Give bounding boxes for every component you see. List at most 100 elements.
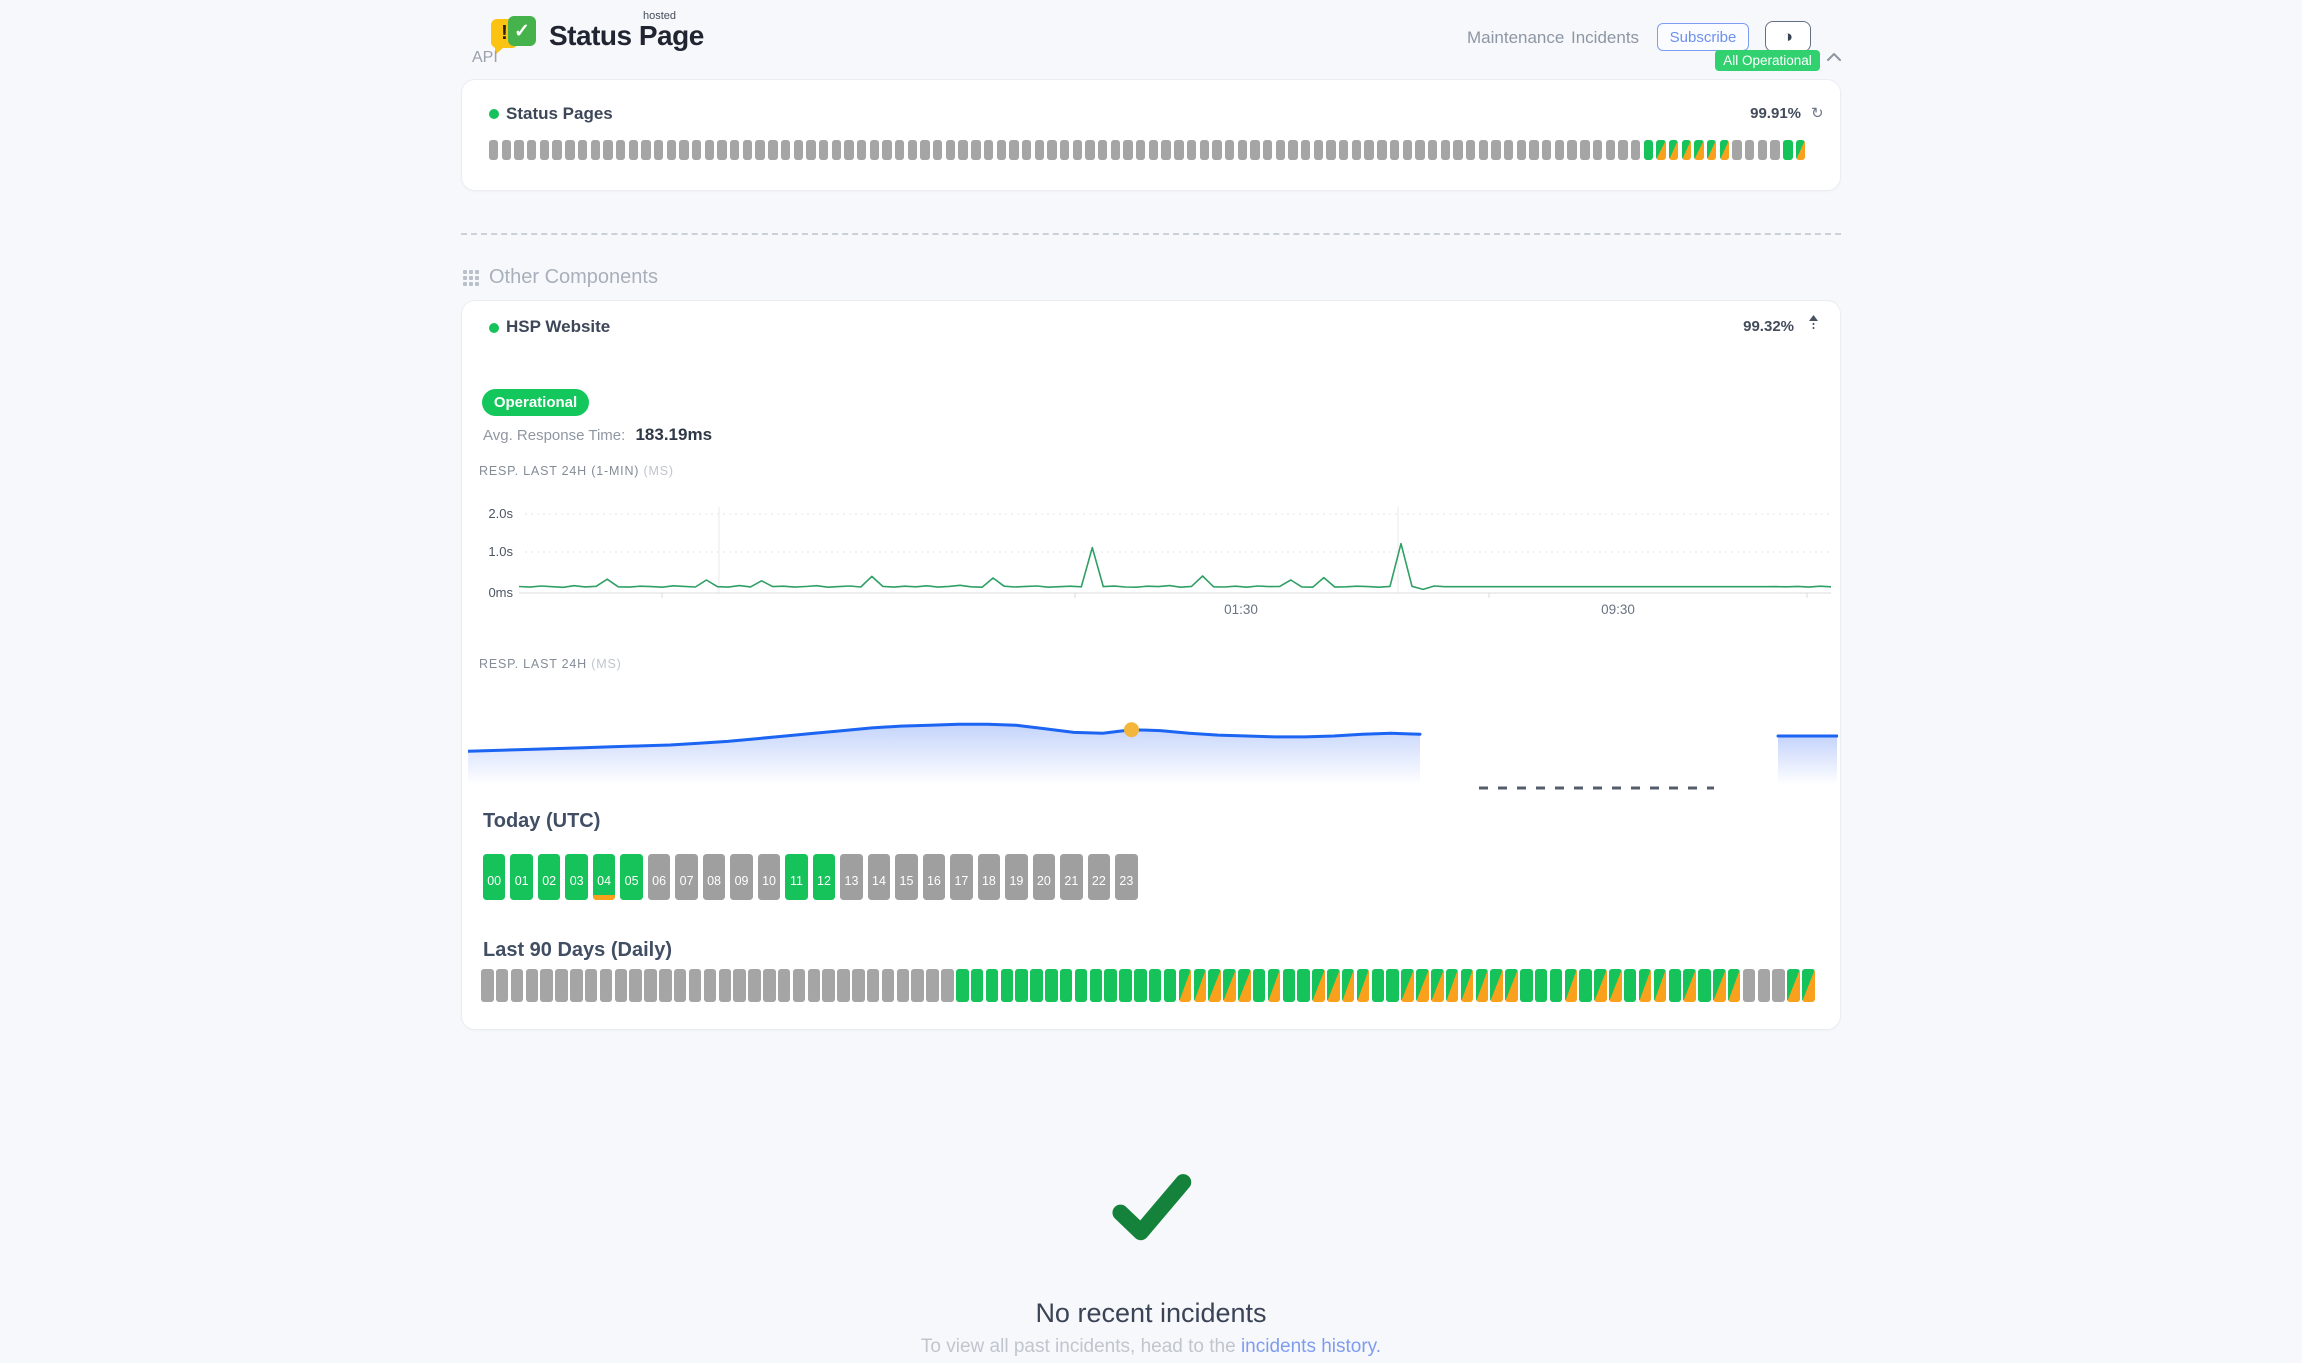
uptime-block[interactable] <box>1758 140 1767 160</box>
uptime-block[interactable] <box>1276 140 1285 160</box>
uptime-block[interactable] <box>667 140 676 160</box>
day-block[interactable] <box>1253 969 1266 1002</box>
day-block[interactable] <box>481 969 494 1002</box>
uptime-block[interactable] <box>1796 140 1805 160</box>
chevron-up-icon[interactable] <box>1827 53 1841 61</box>
day-block[interactable] <box>1386 969 1399 1002</box>
hour-block-09[interactable]: 09 <box>730 854 752 900</box>
uptime-block[interactable] <box>1453 140 1462 160</box>
day-block[interactable] <box>1327 969 1340 1002</box>
hour-block-01[interactable]: 01 <box>510 854 532 900</box>
uptime-block[interactable] <box>1529 140 1538 160</box>
uptime-block[interactable] <box>768 140 777 160</box>
day-block[interactable] <box>600 969 613 1002</box>
day-block[interactable] <box>719 969 732 1002</box>
uptime-block[interactable] <box>1415 140 1424 160</box>
day-block[interactable] <box>1446 969 1459 1002</box>
uptime-block[interactable] <box>1225 140 1234 160</box>
uptime-block[interactable] <box>591 140 600 160</box>
day-block[interactable] <box>793 969 806 1002</box>
hour-block-16[interactable]: 16 <box>923 854 945 900</box>
uptime-block[interactable] <box>1618 140 1627 160</box>
day-block[interactable] <box>540 969 553 1002</box>
day-block[interactable] <box>1713 969 1726 1002</box>
day-block[interactable] <box>1639 969 1652 1002</box>
day-block[interactable] <box>1683 969 1696 1002</box>
day-block[interactable] <box>1654 969 1667 1002</box>
day-block[interactable] <box>1283 969 1296 1002</box>
uptime-block[interactable] <box>1263 140 1272 160</box>
hour-block-00[interactable]: 00 <box>483 854 505 900</box>
day-block[interactable] <box>1490 969 1503 1002</box>
uptime-block[interactable] <box>1073 140 1082 160</box>
day-block[interactable] <box>1372 969 1385 1002</box>
day-block[interactable] <box>1015 969 1028 1002</box>
hour-block-03[interactable]: 03 <box>565 854 587 900</box>
day-block[interactable] <box>1223 969 1236 1002</box>
day-block[interactable] <box>882 969 895 1002</box>
uptime-block[interactable] <box>1783 140 1792 160</box>
uptime-block[interactable] <box>1085 140 1094 160</box>
uptime-block[interactable] <box>1352 140 1361 160</box>
uptime-block[interactable] <box>1491 140 1500 160</box>
day-block[interactable] <box>1476 969 1489 1002</box>
uptime-block[interactable] <box>1504 140 1513 160</box>
uptime-block[interactable] <box>794 140 803 160</box>
uptime-block[interactable] <box>1250 140 1259 160</box>
day-block[interactable] <box>1624 969 1637 1002</box>
hour-block-18[interactable]: 18 <box>978 854 1000 900</box>
hour-block-23[interactable]: 23 <box>1115 854 1137 900</box>
incidents-history-link[interactable]: incidents history. <box>1241 1336 1381 1357</box>
day-block[interactable] <box>971 969 984 1002</box>
day-block[interactable] <box>1698 969 1711 1002</box>
uptime-block[interactable] <box>997 140 1006 160</box>
day-block[interactable] <box>1802 969 1815 1002</box>
hour-block-07[interactable]: 07 <box>675 854 697 900</box>
day-block[interactable] <box>1401 969 1414 1002</box>
uptime-block[interactable] <box>781 140 790 160</box>
uptime-block[interactable] <box>1174 140 1183 160</box>
hour-block-17[interactable]: 17 <box>950 854 972 900</box>
uptime-block[interactable] <box>1035 140 1044 160</box>
uptime-block[interactable] <box>1238 140 1247 160</box>
hour-block-22[interactable]: 22 <box>1088 854 1110 900</box>
uptime-block[interactable] <box>1288 140 1297 160</box>
uptime-block[interactable] <box>1364 140 1373 160</box>
uptime-block[interactable] <box>1694 140 1703 160</box>
day-block[interactable] <box>1550 969 1563 1002</box>
uptime-block[interactable] <box>730 140 739 160</box>
uptime-block[interactable] <box>1136 140 1145 160</box>
uptime-block[interactable] <box>654 140 663 160</box>
refresh-icon[interactable]: ↻ <box>1811 104 1824 122</box>
day-block[interactable] <box>1312 969 1325 1002</box>
day-block[interactable] <box>1505 969 1518 1002</box>
hour-block-19[interactable]: 19 <box>1005 854 1027 900</box>
uptime-block[interactable] <box>527 140 536 160</box>
day-block[interactable] <box>956 969 969 1002</box>
uptime-block[interactable] <box>502 140 511 160</box>
uptime-block[interactable] <box>895 140 904 160</box>
day-block[interactable] <box>1772 969 1785 1002</box>
day-block[interactable] <box>1461 969 1474 1002</box>
day-block[interactable] <box>1060 969 1073 1002</box>
uptime-block[interactable] <box>832 140 841 160</box>
day-block[interactable] <box>570 969 583 1002</box>
uptime-block[interactable] <box>1403 140 1412 160</box>
uptime-block[interactable] <box>1466 140 1475 160</box>
uptime-block[interactable] <box>743 140 752 160</box>
day-block[interactable] <box>1075 969 1088 1002</box>
uptime-block[interactable] <box>946 140 955 160</box>
uptime-block[interactable] <box>870 140 879 160</box>
uptime-block[interactable] <box>1542 140 1551 160</box>
day-block[interactable] <box>1520 969 1533 1002</box>
uptime-block[interactable] <box>920 140 929 160</box>
uptime-block[interactable] <box>1682 140 1691 160</box>
day-block[interactable] <box>941 969 954 1002</box>
day-block[interactable] <box>659 969 672 1002</box>
day-block[interactable] <box>674 969 687 1002</box>
uptime-block[interactable] <box>1606 140 1615 160</box>
uptime-block[interactable] <box>1631 140 1640 160</box>
day-block[interactable] <box>629 969 642 1002</box>
uptime-block[interactable] <box>717 140 726 160</box>
day-block[interactable] <box>1728 969 1741 1002</box>
